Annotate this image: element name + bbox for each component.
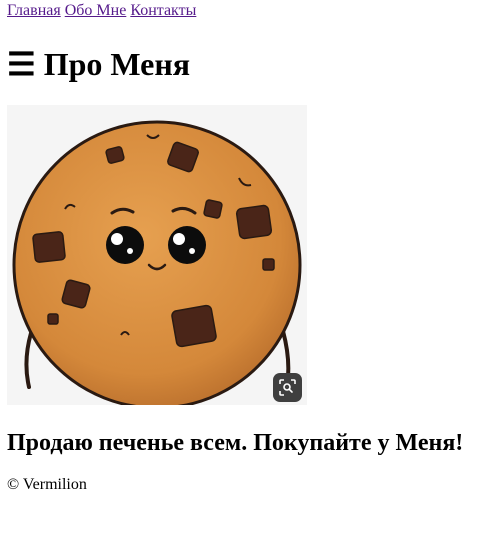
page-title-text: Про Меня bbox=[43, 46, 191, 82]
image-search-button[interactable] bbox=[273, 373, 302, 402]
image-search-icon bbox=[279, 379, 296, 396]
cookie-character-image bbox=[7, 105, 307, 405]
footer-copyright: © Vermilion bbox=[7, 476, 87, 493]
nav-link-home[interactable]: Главная bbox=[7, 2, 61, 19]
nav-link-about[interactable]: Обо Мне bbox=[65, 2, 127, 19]
page-title: ☰ Про Меня bbox=[7, 46, 190, 83]
nav-link-contacts[interactable]: Контакты bbox=[130, 2, 196, 19]
cookie-illustration bbox=[12, 120, 302, 405]
tagline: Продаю печенье всем. Покупайте у Меня! bbox=[7, 430, 464, 456]
top-navigation: Главная Обо Мне Контакты bbox=[7, 2, 196, 20]
hamburger-menu-icon: ☰ bbox=[7, 46, 36, 82]
